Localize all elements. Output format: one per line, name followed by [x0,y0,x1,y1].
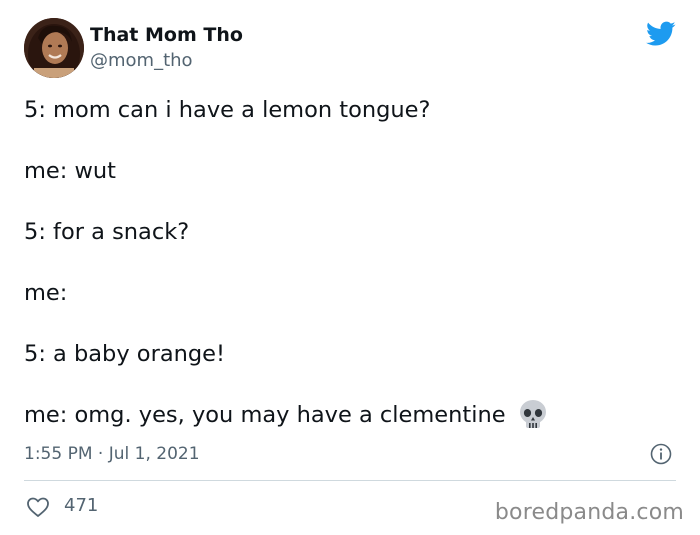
avatar-photo [24,18,84,78]
avatar[interactable] [24,18,84,78]
tweet-line: me: [24,280,68,306]
tweet-line: me: wut [24,158,116,184]
tweet-line: 5: for a snack? [24,219,190,245]
skull-emoji-icon [519,400,546,428]
heart-icon[interactable] [26,496,50,518]
tweet-card: That Mom Tho @mom_tho 5: mom can i have … [0,0,700,535]
tweet-line: 5: a baby orange! [24,341,226,367]
divider [24,480,676,481]
tweet-line: me: omg. yes, you may have a clementine [24,399,674,431]
user-handle[interactable]: @mom_tho [90,49,193,73]
like-count: 471 [64,495,99,516]
watermark: boredpanda.com [494,500,684,525]
twitter-bird-icon[interactable] [646,21,676,47]
info-icon[interactable] [650,443,672,465]
tweet-timestamp[interactable]: 1:55 PM · Jul 1, 2021 [24,441,200,467]
tweet-text: 5: mom can i have a lemon tongue? me: wu… [24,94,674,431]
tweet-line: 5: mom can i have a lemon tongue? [24,97,431,123]
display-name[interactable]: That Mom Tho [90,22,243,48]
